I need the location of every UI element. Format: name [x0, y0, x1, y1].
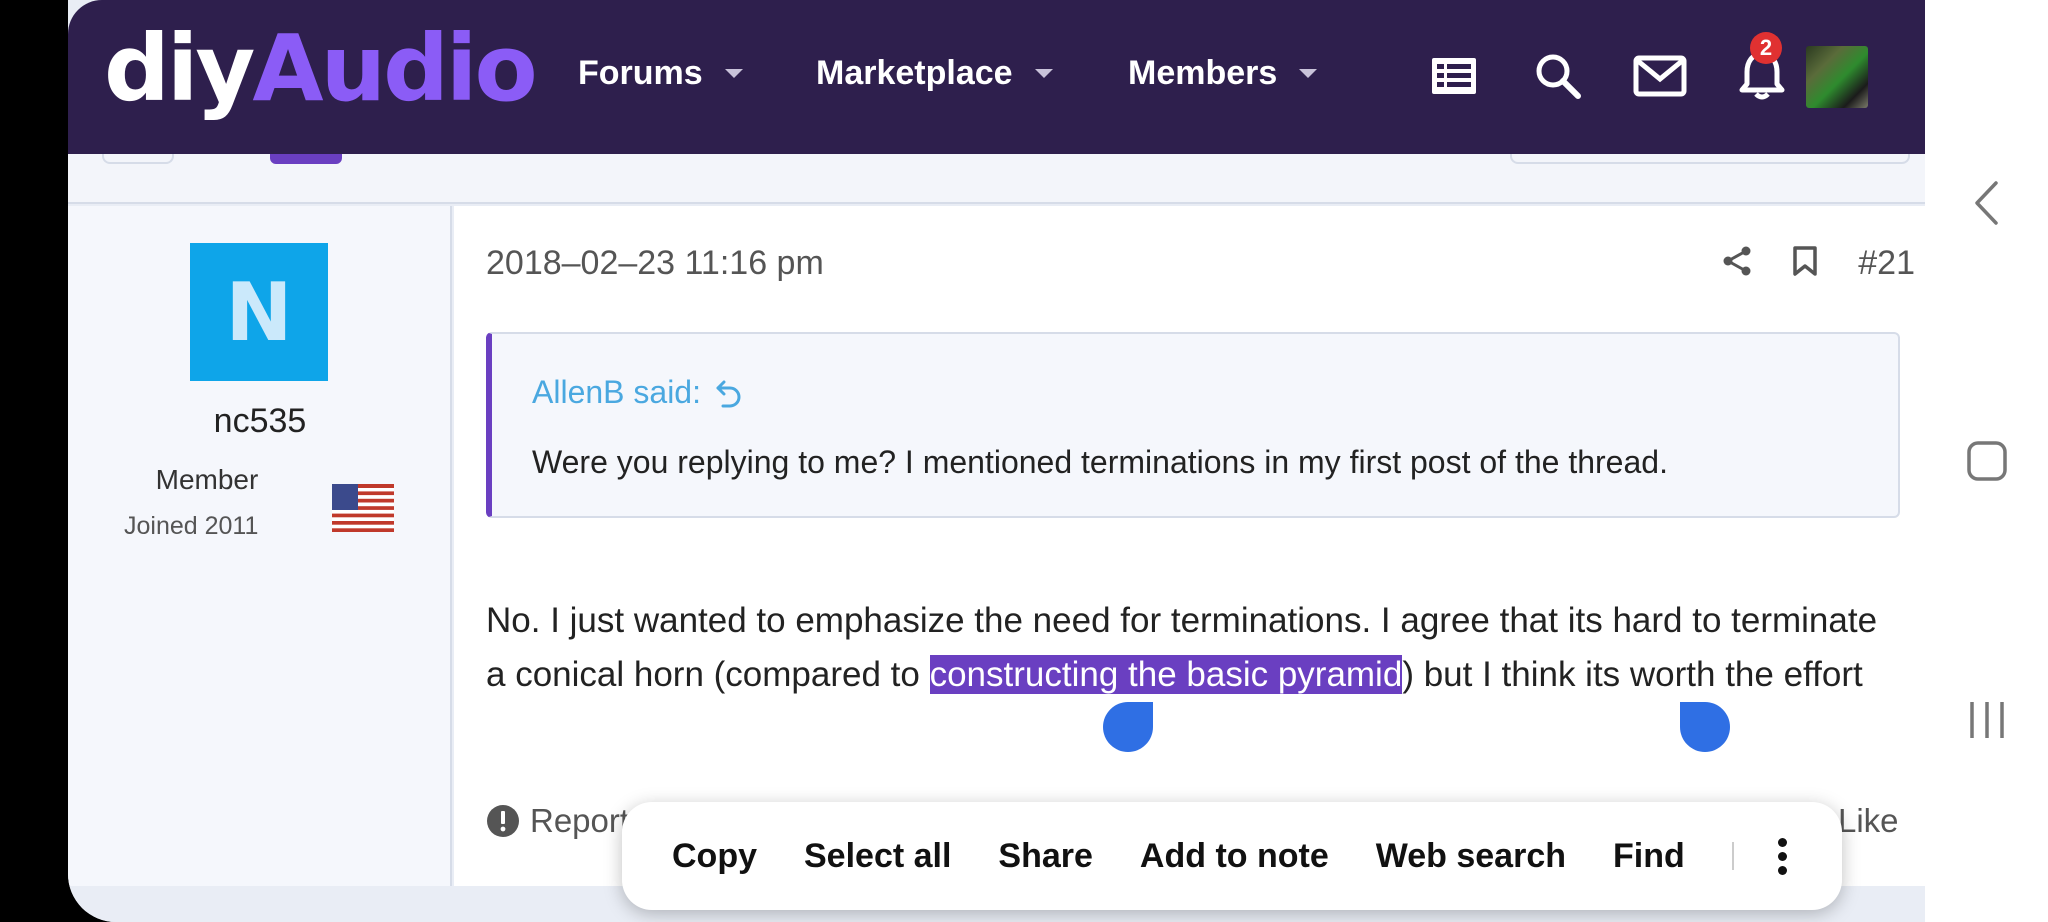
mail-icon[interactable] — [1632, 48, 1688, 104]
web-search-button[interactable]: Web search — [1376, 837, 1566, 876]
toolbar-tab[interactable] — [102, 154, 174, 164]
system-navigation-bar — [1925, 0, 2048, 922]
quote-author-link[interactable]: AllenB said: — [532, 374, 743, 411]
nav-marketplace-label: Marketplace — [816, 54, 1013, 92]
home-icon[interactable] — [1925, 440, 2048, 482]
quote-text: Were you replying to me? I mentioned ter… — [532, 444, 1668, 480]
logo-audio: Audio — [252, 15, 537, 122]
share-button[interactable]: Share — [998, 837, 1093, 876]
nav-forums-label: Forums — [578, 54, 703, 92]
post-user-pane: N nc535 Member Joined 2011 — [68, 206, 452, 886]
back-icon[interactable] — [1925, 180, 2048, 226]
post-timestamp[interactable]: 2018–02–23 11:16 pm — [486, 244, 824, 283]
user-joined: Joined 2011 — [124, 512, 259, 540]
post-content: 2018–02–23 11:16 pm #21 AllenB said: Wer… — [454, 206, 1925, 886]
chevron-down-icon[interactable] — [1034, 69, 1053, 78]
toolbar-buttons[interactable] — [1510, 154, 1910, 164]
site-logo[interactable]: diyAudio — [104, 15, 538, 122]
post-body-text-end: ) but I think its worth the effort — [1402, 655, 1863, 694]
nav-members[interactable]: Members — [1128, 54, 1318, 93]
avatar-letter: N — [225, 265, 293, 359]
nav-members-label: Members — [1128, 54, 1278, 92]
reply-arrow-icon[interactable] — [715, 378, 743, 408]
nav-marketplace[interactable]: Marketplace — [816, 54, 1053, 93]
like-button[interactable]: Like — [1838, 802, 1899, 840]
blockquote: AllenB said: Were you replying to me? I … — [486, 332, 1900, 518]
selection-handle-end[interactable] — [1680, 702, 1730, 752]
recent-apps-icon[interactable] — [1925, 698, 2048, 742]
search-icon[interactable] — [1530, 48, 1586, 104]
selection-handle-start[interactable] — [1103, 702, 1153, 752]
avatar[interactable]: N — [190, 243, 328, 381]
find-button[interactable]: Find — [1613, 837, 1685, 876]
add-to-note-button[interactable]: Add to note — [1140, 837, 1329, 876]
logo-diy: diy — [104, 15, 255, 122]
screen: diyAudio Forums Marketplace Members 2 N … — [0, 0, 2048, 922]
copy-button[interactable]: Copy — [672, 837, 757, 876]
username-link[interactable]: nc535 — [68, 402, 452, 441]
top-navbar: diyAudio Forums Marketplace Members 2 — [68, 0, 1925, 154]
user-role: Member — [155, 464, 259, 495]
share-icon[interactable] — [1722, 245, 1752, 282]
us-flag-icon — [332, 484, 394, 532]
post-actions: #21 — [1722, 244, 1915, 283]
post-body: No. I just wanted to emphasize the need … — [486, 594, 1906, 702]
post-number-link[interactable]: #21 — [1858, 244, 1915, 283]
account-avatar[interactable] — [1806, 46, 1868, 108]
more-options-icon[interactable] — [1777, 837, 1787, 875]
text-selection-menu: Copy Select all Share Add to note Web se… — [622, 802, 1842, 910]
selected-text[interactable]: constructing the basic pyramid — [929, 655, 1403, 694]
chevron-down-icon[interactable] — [1299, 69, 1318, 78]
report-label: Report — [530, 802, 630, 839]
quote-author-label: AllenB said: — [532, 374, 701, 410]
select-all-button[interactable]: Select all — [804, 837, 951, 876]
active-tab-indicator — [270, 154, 342, 164]
list-icon[interactable] — [1426, 48, 1482, 104]
sub-toolbar — [68, 154, 1925, 204]
nav-forums[interactable]: Forums — [578, 54, 743, 93]
notification-badge: 2 — [1750, 32, 1782, 64]
alert-icon — [487, 805, 519, 837]
browser-viewport: diyAudio Forums Marketplace Members 2 N … — [68, 0, 1925, 922]
menu-divider — [1731, 842, 1734, 870]
chevron-down-icon[interactable] — [724, 69, 743, 78]
bookmark-icon[interactable] — [1792, 245, 1818, 282]
report-link[interactable]: Report — [486, 802, 629, 840]
